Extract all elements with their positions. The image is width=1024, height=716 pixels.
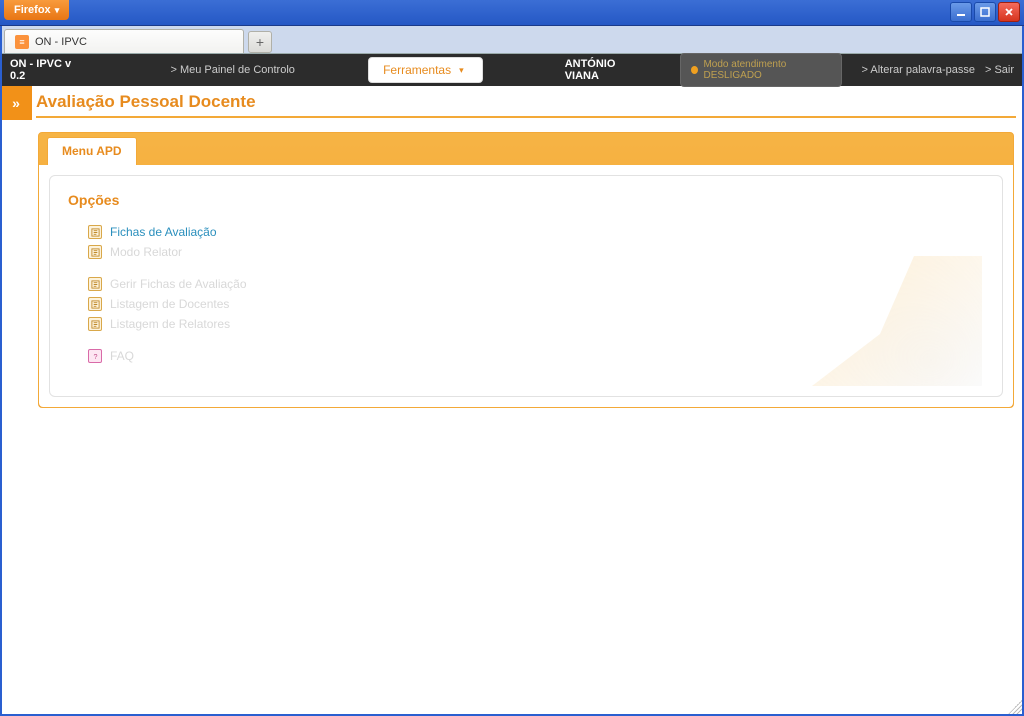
option-gerir-fichas: Gerir Fichas de Avaliação bbox=[68, 274, 984, 294]
options-heading: Opções bbox=[68, 192, 984, 208]
option-label: FAQ bbox=[110, 349, 134, 363]
minimize-button[interactable] bbox=[950, 2, 972, 22]
browser-tab-bar: ≡ ON - IPVC + bbox=[0, 26, 1024, 54]
page-title: Avaliação Pessoal Docente bbox=[36, 92, 1016, 112]
option-fichas-avaliacao[interactable]: Fichas de Avaliação bbox=[68, 222, 984, 242]
option-label: Fichas de Avaliação bbox=[110, 225, 217, 239]
tab-label: Menu APD bbox=[62, 144, 122, 158]
option-label: Gerir Fichas de Avaliação bbox=[110, 277, 247, 291]
list-gap bbox=[68, 334, 984, 346]
page-main: Avaliação Pessoal Docente Menu APD Opçõe… bbox=[32, 86, 1024, 408]
tabs-row: Menu APD bbox=[39, 133, 1013, 165]
ferramentas-label: Ferramentas bbox=[383, 63, 451, 77]
option-label: Listagem de Docentes bbox=[110, 297, 229, 311]
help-icon: ? bbox=[88, 349, 102, 363]
nav-sair[interactable]: Sair bbox=[985, 64, 1014, 76]
nav-alterar-passe[interactable]: Alterar palavra-passe bbox=[862, 64, 975, 76]
option-modo-relator: Modo Relator bbox=[68, 242, 984, 262]
form-icon bbox=[88, 277, 102, 291]
options-card: Opções Fichas de Avaliação M bbox=[49, 175, 1003, 397]
page-title-row: Avaliação Pessoal Docente bbox=[36, 86, 1016, 118]
nav-painel[interactable]: Meu Painel de Controlo bbox=[170, 64, 294, 76]
tabs-frame: Menu APD Opções Fichas de Avaliação bbox=[38, 132, 1014, 408]
new-tab-button[interactable]: + bbox=[248, 31, 272, 53]
tabs-body: Opções Fichas de Avaliação M bbox=[39, 165, 1013, 407]
list-gap bbox=[68, 262, 984, 274]
window-titlebar: Firefox bbox=[0, 0, 1024, 26]
options-list: Fichas de Avaliação Modo Relator bbox=[68, 222, 984, 366]
resize-grip-icon[interactable] bbox=[1008, 700, 1022, 714]
form-icon bbox=[88, 225, 102, 239]
form-icon bbox=[88, 297, 102, 311]
firefox-label: Firefox bbox=[14, 4, 51, 16]
tab-favicon-icon: ≡ bbox=[15, 35, 29, 49]
tab-title: ON - IPVC bbox=[35, 36, 87, 48]
form-icon bbox=[88, 245, 102, 259]
window-controls bbox=[946, 0, 1024, 24]
option-faq: ? FAQ bbox=[68, 346, 984, 366]
close-button[interactable] bbox=[998, 2, 1020, 22]
firefox-menu-button[interactable]: Firefox bbox=[4, 0, 69, 20]
option-label: Modo Relator bbox=[110, 245, 182, 259]
tab-menu-apd[interactable]: Menu APD bbox=[47, 137, 137, 165]
option-label: Listagem de Relatores bbox=[110, 317, 230, 331]
app-brand: ON - IPVC v 0.2 bbox=[10, 58, 80, 82]
modo-atendimento-button[interactable]: Modo atendimento DESLIGADO bbox=[680, 53, 841, 87]
svg-text:?: ? bbox=[93, 352, 97, 361]
chevron-right-icon: » bbox=[12, 95, 20, 111]
option-listagem-docentes: Listagem de Docentes bbox=[68, 294, 984, 314]
page-wrap: » Avaliação Pessoal Docente Menu APD Opç… bbox=[0, 86, 1024, 408]
modo-label: Modo atendimento DESLIGADO bbox=[703, 59, 830, 81]
user-name: ANTÓNIO VIANA bbox=[565, 58, 643, 82]
app-header: ON - IPVC v 0.2 Meu Painel de Controlo F… bbox=[0, 54, 1024, 86]
browser-tab-active[interactable]: ≡ ON - IPVC bbox=[4, 29, 244, 53]
ferramentas-dropdown[interactable]: Ferramentas bbox=[368, 57, 483, 83]
form-icon bbox=[88, 317, 102, 331]
sidebar-toggle[interactable]: » bbox=[0, 86, 32, 120]
maximize-button[interactable] bbox=[974, 2, 996, 22]
option-listagem-relatores: Listagem de Relatores bbox=[68, 314, 984, 334]
